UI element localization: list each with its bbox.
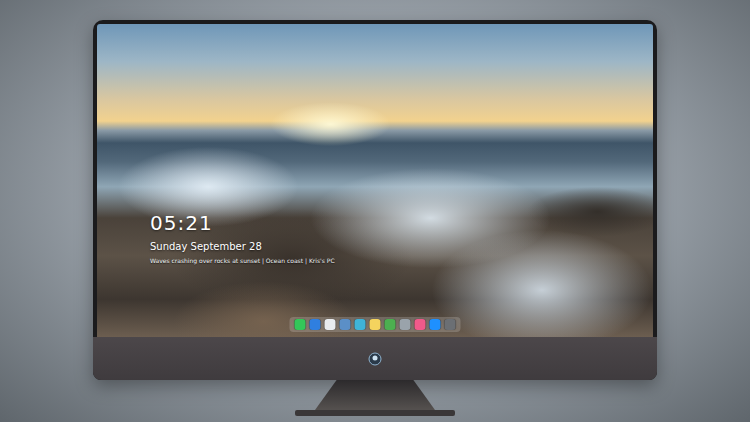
app-icon[interactable] xyxy=(430,319,441,330)
monitor-chin xyxy=(93,337,657,380)
app-icon[interactable] xyxy=(325,319,336,330)
app-icon[interactable] xyxy=(295,319,306,330)
app-icon[interactable] xyxy=(355,319,366,330)
app-icon[interactable] xyxy=(385,319,396,330)
logo-icon xyxy=(368,352,382,366)
clock-time: 05:21 xyxy=(150,211,653,235)
lock-screen[interactable]: 05:21 Sunday September 28 Waves crashing o… xyxy=(97,24,653,337)
clock-date: Sunday September 28 xyxy=(150,240,653,254)
app-icon[interactable] xyxy=(415,319,426,330)
monitor-base xyxy=(295,410,455,416)
wallpaper-caption: Waves crashing over rocks at sunset | Oc… xyxy=(150,256,653,265)
app-icon[interactable] xyxy=(340,319,351,330)
dock xyxy=(290,317,461,332)
monitor: 05:21 Sunday September 28 Waves crashing o… xyxy=(93,20,657,380)
app-icon[interactable] xyxy=(445,319,456,330)
app-icon[interactable] xyxy=(370,319,381,330)
app-icon[interactable] xyxy=(400,319,411,330)
app-icon[interactable] xyxy=(310,319,321,330)
monitor-stand xyxy=(315,380,435,410)
